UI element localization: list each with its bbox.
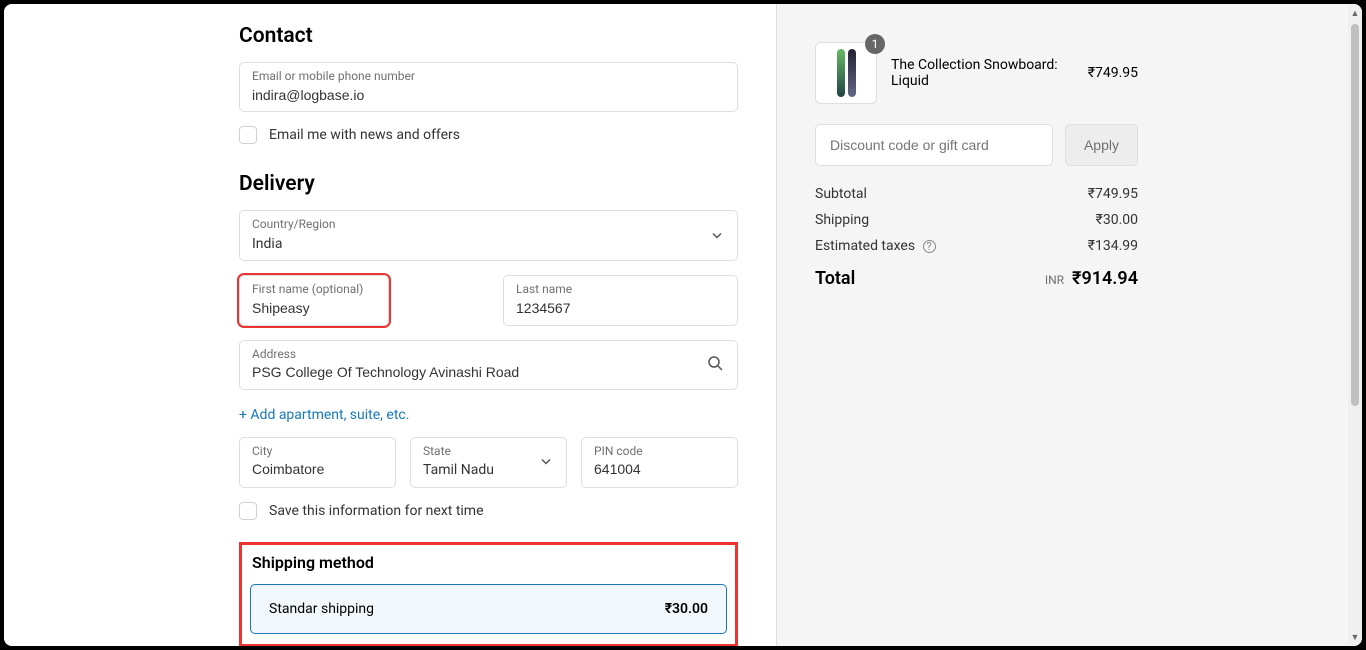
- product-thumbnail-wrap: 1: [815, 42, 877, 104]
- checkout-form: Contact Email or mobile phone number Ema…: [4, 4, 777, 646]
- first-name-input[interactable]: [252, 299, 376, 319]
- chevron-down-icon: [540, 453, 552, 472]
- save-info-row[interactable]: Save this information for next time: [239, 502, 738, 520]
- quantity-badge: 1: [865, 34, 885, 54]
- pin-label: PIN code: [594, 444, 725, 460]
- taxes-label: Estimated taxes ?: [815, 238, 936, 254]
- shipping-label: Shipping: [815, 212, 869, 228]
- state-field[interactable]: State Tamil Nadu: [410, 437, 567, 488]
- add-apartment-link[interactable]: + Add apartment, suite, etc.: [239, 407, 409, 423]
- email-label: Email or mobile phone number: [252, 69, 725, 85]
- address-label: Address: [252, 347, 725, 363]
- country-value: India: [252, 236, 282, 252]
- pin-input[interactable]: [594, 460, 725, 480]
- total-value: ₹914.94: [1072, 268, 1138, 289]
- email-input[interactable]: [252, 86, 725, 106]
- checkout-window: Contact Email or mobile phone number Ema…: [4, 4, 1362, 646]
- product-price: ₹749.95: [1088, 65, 1138, 81]
- total-row: Total INR ₹914.94: [815, 268, 1138, 289]
- chevron-down-icon: [711, 226, 723, 245]
- state-value: Tamil Nadu: [423, 462, 494, 478]
- main-area: Contact Email or mobile phone number Ema…: [4, 4, 1348, 646]
- pin-field[interactable]: PIN code: [581, 437, 738, 488]
- scrollbar-thumb[interactable]: [1351, 24, 1359, 406]
- taxes-value: ₹134.99: [1088, 238, 1138, 254]
- snowboard-icon: [848, 49, 856, 97]
- contact-heading: Contact: [239, 24, 738, 48]
- search-icon[interactable]: [707, 355, 723, 375]
- state-label: State: [423, 444, 554, 460]
- product-name: The Collection Snowboard: Liquid: [891, 57, 1074, 89]
- news-offers-row[interactable]: Email me with news and offers: [239, 126, 738, 144]
- shipping-option-price: ₹30.00: [665, 601, 708, 617]
- shipping-option[interactable]: Standar shipping ₹30.00: [250, 584, 727, 634]
- cart-item: 1 The Collection Snowboard: Liquid ₹749.…: [815, 42, 1138, 104]
- save-info-checkbox[interactable]: [239, 502, 257, 520]
- news-offers-label: Email me with news and offers: [269, 127, 460, 143]
- total-currency: INR: [1045, 273, 1064, 287]
- subtotal-label: Subtotal: [815, 186, 867, 202]
- last-name-label: Last name: [516, 282, 725, 298]
- snowboard-icon: [837, 49, 845, 97]
- email-field[interactable]: Email or mobile phone number: [239, 62, 738, 112]
- first-name-label: First name (optional): [252, 282, 376, 298]
- city-label: City: [252, 444, 383, 460]
- first-name-field[interactable]: First name (optional): [239, 275, 389, 325]
- info-icon[interactable]: ?: [923, 240, 936, 253]
- order-summary: 1 The Collection Snowboard: Liquid ₹749.…: [777, 4, 1348, 646]
- subtotal-value: ₹749.95: [1088, 186, 1138, 202]
- delivery-heading: Delivery: [239, 172, 738, 196]
- taxes-row: Estimated taxes ? ₹134.99: [815, 238, 1138, 254]
- shipping-method-section: Shipping method Standar shipping ₹30.00: [239, 542, 738, 646]
- country-label: Country/Region: [252, 217, 725, 233]
- apply-button[interactable]: Apply: [1065, 124, 1138, 166]
- address-input[interactable]: [252, 363, 725, 383]
- total-label: Total: [815, 268, 855, 289]
- shipping-value: ₹30.00: [1096, 212, 1138, 228]
- shipping-option-name: Standar shipping: [269, 601, 374, 617]
- discount-row: Apply: [815, 124, 1138, 166]
- city-input[interactable]: [252, 460, 383, 480]
- shipping-heading: Shipping method: [252, 553, 727, 572]
- news-offers-checkbox[interactable]: [239, 126, 257, 144]
- shipping-row: Shipping ₹30.00: [815, 212, 1138, 228]
- address-field[interactable]: Address: [239, 340, 738, 390]
- scrollbar[interactable]: ▲ ▼: [1348, 4, 1362, 646]
- save-info-label: Save this information for next time: [269, 503, 484, 519]
- discount-input[interactable]: [815, 124, 1053, 166]
- country-field[interactable]: Country/Region India: [239, 210, 738, 261]
- scroll-up-icon[interactable]: ▲: [1350, 8, 1360, 18]
- city-field[interactable]: City: [239, 437, 396, 488]
- subtotal-row: Subtotal ₹749.95: [815, 186, 1138, 202]
- last-name-field[interactable]: Last name: [503, 275, 738, 325]
- last-name-input[interactable]: [516, 299, 725, 319]
- scroll-down-icon[interactable]: ▼: [1350, 632, 1360, 642]
